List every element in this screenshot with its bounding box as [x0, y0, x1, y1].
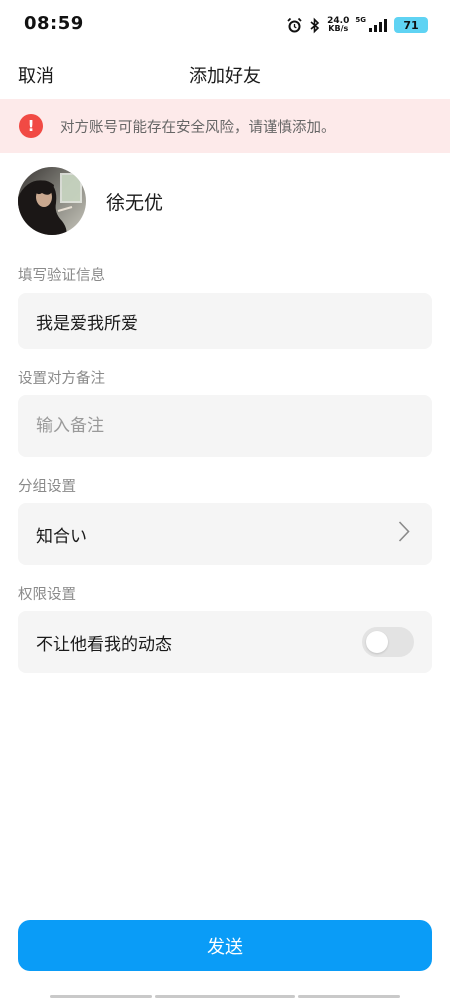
gesture-bar-right — [298, 995, 400, 998]
hide-moments-label: 不让他看我的动态 — [36, 634, 172, 655]
status-bar: 08:59 24.0 KB/s 5G 71 — [0, 0, 450, 48]
network-type: 5G — [355, 16, 366, 24]
security-warning-banner: ! 对方账号可能存在安全风险，请谨慎添加。 — [0, 99, 450, 153]
signal-icon — [368, 18, 388, 32]
status-icons: 24.0 KB/s 5G 71 — [286, 14, 428, 36]
remark-label: 设置对方备注 — [18, 371, 105, 387]
warning-text: 对方账号可能存在安全风险，请谨慎添加。 — [60, 119, 336, 136]
verification-field[interactable]: 我是爱我所爱 — [18, 293, 432, 349]
gesture-bar-center[interactable] — [155, 995, 295, 998]
bluetooth-icon — [309, 17, 321, 34]
hide-moments-row: 不让他看我的动态 — [18, 611, 432, 673]
network-speed: 24.0 KB/s — [327, 17, 349, 33]
verification-value: 我是爱我所爱 — [36, 313, 138, 334]
alarm-icon — [286, 17, 303, 34]
profile-name: 徐无优 — [106, 191, 164, 214]
status-time: 08:59 — [24, 13, 84, 34]
page-title: 添加好友 — [189, 66, 261, 87]
toggle-knob — [366, 631, 388, 653]
group-selector[interactable]: 知合い — [18, 503, 432, 565]
alert-icon: ! — [19, 114, 43, 138]
battery-indicator: 71 — [394, 17, 428, 33]
battery-level: 71 — [403, 18, 419, 32]
send-button[interactable]: 发送 — [18, 920, 432, 971]
verification-label: 填写验证信息 — [18, 268, 105, 284]
permissions-label: 权限设置 — [18, 587, 76, 603]
group-label: 分组设置 — [18, 479, 76, 495]
network-speed-unit: KB/s — [328, 24, 349, 33]
gesture-bar-left — [50, 995, 152, 998]
cancel-button[interactable]: 取消 — [18, 62, 54, 88]
remark-input[interactable] — [36, 416, 432, 436]
remark-field — [18, 395, 432, 457]
nav-bar: 取消 添加好友 — [0, 48, 450, 98]
avatar[interactable] — [18, 167, 86, 235]
chevron-right-icon — [398, 521, 410, 548]
profile-header: 徐无优 — [18, 167, 163, 235]
hide-moments-toggle[interactable] — [362, 627, 414, 657]
group-value: 知合い — [36, 526, 87, 547]
